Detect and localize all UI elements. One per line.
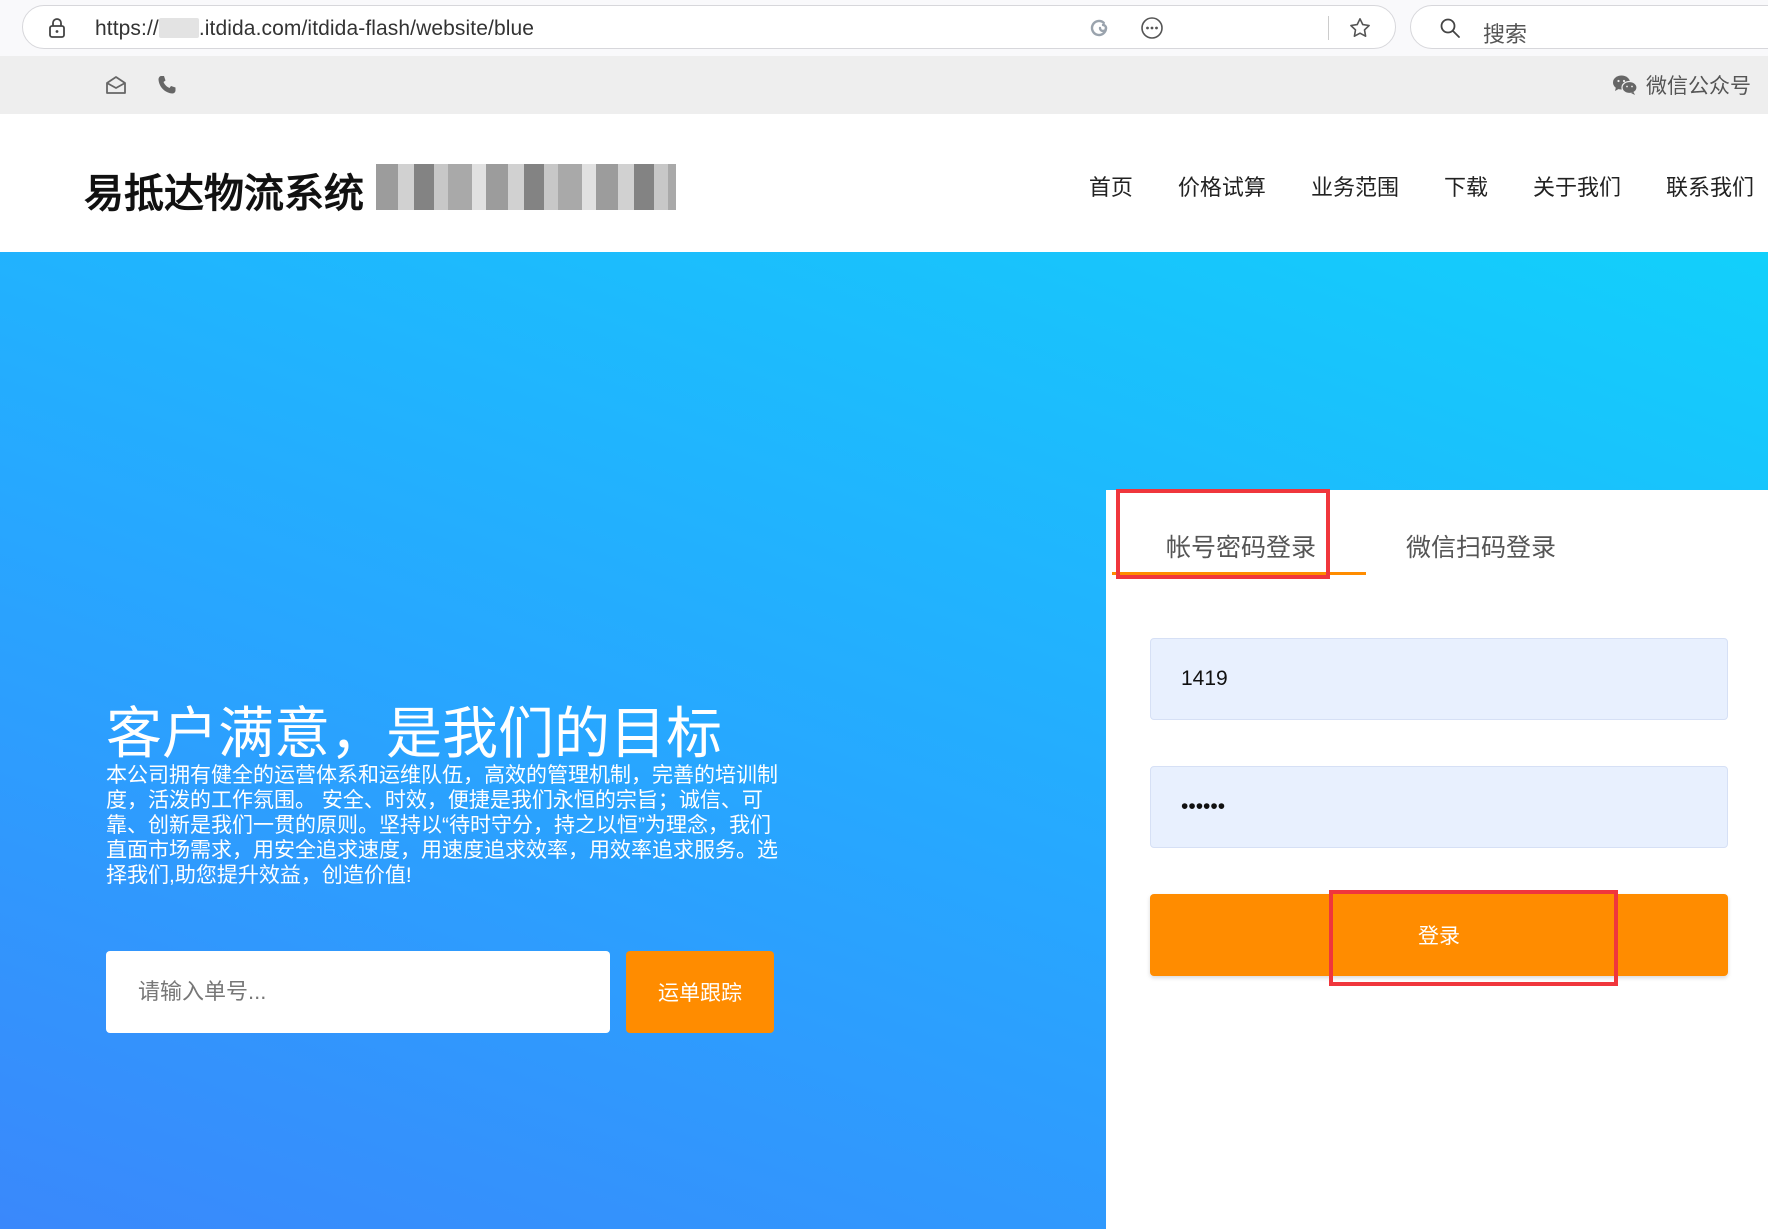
url-suffix: .itdida.com/itdida-flash/website/blue — [198, 17, 535, 40]
email-icon[interactable] — [104, 73, 128, 97]
address-bar[interactable]: https:// .itdida.com/itdida-flash/website… — [22, 5, 1396, 49]
wechat-official-link[interactable]: 微信公众号 — [1612, 72, 1751, 98]
hero-description: 本公司拥有健全的运营体系和运维队伍，高效的管理机制，完善的培训制度，活泼的工作氛… — [106, 764, 778, 887]
site-header: 易抵达物流系统 首页 价格试算 业务范围 下载 关于我们 联系我们 — [0, 114, 1768, 252]
nav-home[interactable]: 首页 — [1089, 170, 1133, 202]
wechat-icon — [1613, 75, 1638, 95]
url-redacted — [158, 18, 199, 38]
username-field[interactable] — [1150, 638, 1728, 720]
star-icon[interactable] — [1348, 16, 1372, 40]
nav-price-calc[interactable]: 价格试算 — [1178, 170, 1266, 202]
search-placeholder: 搜索 — [1483, 22, 1528, 47]
phone-icon[interactable] — [155, 73, 179, 97]
refresh-icon[interactable] — [1087, 16, 1111, 40]
url-text[interactable]: https:// .itdida.com/itdida-flash/website… — [95, 17, 534, 41]
nav-business-scope[interactable]: 业务范围 — [1311, 170, 1399, 202]
highlight-box-login-button — [1329, 890, 1618, 986]
nav-download[interactable]: 下载 — [1444, 170, 1488, 202]
highlight-box-login-tab — [1116, 489, 1330, 579]
tab-wechat-scan[interactable]: 微信扫码登录 — [1406, 528, 1556, 564]
nav-contact[interactable]: 联系我们 — [1666, 170, 1754, 202]
track-shipment-button[interactable]: 运单跟踪 — [626, 951, 774, 1033]
nav-about[interactable]: 关于我们 — [1533, 170, 1621, 202]
hero-title: 客户满意，是我们的目标 — [106, 702, 722, 765]
browser-chrome: https:// .itdida.com/itdida-flash/website… — [0, 0, 1768, 56]
login-panel: 帐号密码登录 微信扫码登录 登录 — [1106, 490, 1768, 1229]
logo-redacted — [376, 164, 676, 210]
lock-icon — [49, 18, 65, 38]
url-prefix: https:// — [95, 17, 159, 40]
contact-topbar: 微信公众号 — [0, 56, 1768, 114]
main-nav: 首页 价格试算 业务范围 下载 关于我们 联系我们 — [1089, 170, 1754, 202]
more-icon[interactable] — [1140, 16, 1164, 40]
search-icon — [1440, 18, 1460, 38]
toolbar-separator — [1328, 16, 1329, 40]
tracking-number-input[interactable] — [106, 951, 610, 1033]
site-logo[interactable]: 易抵达物流系统 — [84, 161, 364, 219]
browser-search-box[interactable]: 搜索 — [1410, 5, 1768, 49]
wechat-label: 微信公众号 — [1646, 75, 1751, 98]
password-field[interactable] — [1150, 766, 1728, 848]
